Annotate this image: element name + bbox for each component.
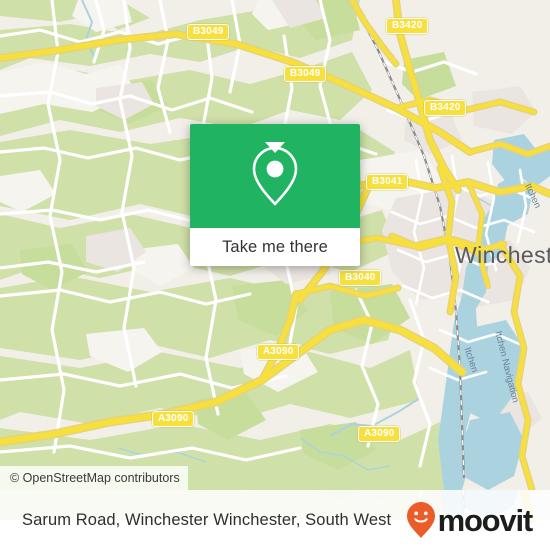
moovit-wordmark: moovit <box>437 502 534 538</box>
popup-header <box>190 124 360 228</box>
footer-bar: Sarum Road, Winchester Winchester, South… <box>0 490 550 550</box>
road-shield-b3420-north: B3420 <box>386 18 429 34</box>
map-canvas[interactable]: B3049 B3420 B3049 B3420 B3041 B3040 A309… <box>0 0 550 490</box>
location-title: Sarum Road, Winchester Winchester, South… <box>22 510 392 529</box>
road-shield-a3090-mid: A3090 <box>257 344 300 360</box>
road-shield-b3040: B3040 <box>339 270 382 286</box>
osm-attribution[interactable]: © OpenStreetMap contributors <box>0 466 188 490</box>
road-shield-a3090-east: A3090 <box>358 426 401 442</box>
popup-action-row[interactable]: Take me there <box>190 228 360 266</box>
moovit-smiley-pin-icon <box>406 502 435 538</box>
road-shield-b3041: B3041 <box>366 174 409 190</box>
moovit-logo[interactable]: moovit <box>406 501 534 539</box>
road-shield-a3090-west: A3090 <box>152 411 195 427</box>
screenshot-root: B3049 B3420 B3049 B3420 B3041 B3040 A309… <box>0 0 550 550</box>
place-label-winchester: Winchester <box>455 242 550 268</box>
road-shield-b3049-mid: B3049 <box>284 66 327 82</box>
road-shield-b3049-north: B3049 <box>187 24 230 40</box>
road-shield-b3420-mid: B3420 <box>424 100 467 116</box>
popup-pointer-tail <box>265 142 285 153</box>
map-pin-icon <box>252 146 298 206</box>
take-me-there-label: Take me there <box>222 237 328 256</box>
